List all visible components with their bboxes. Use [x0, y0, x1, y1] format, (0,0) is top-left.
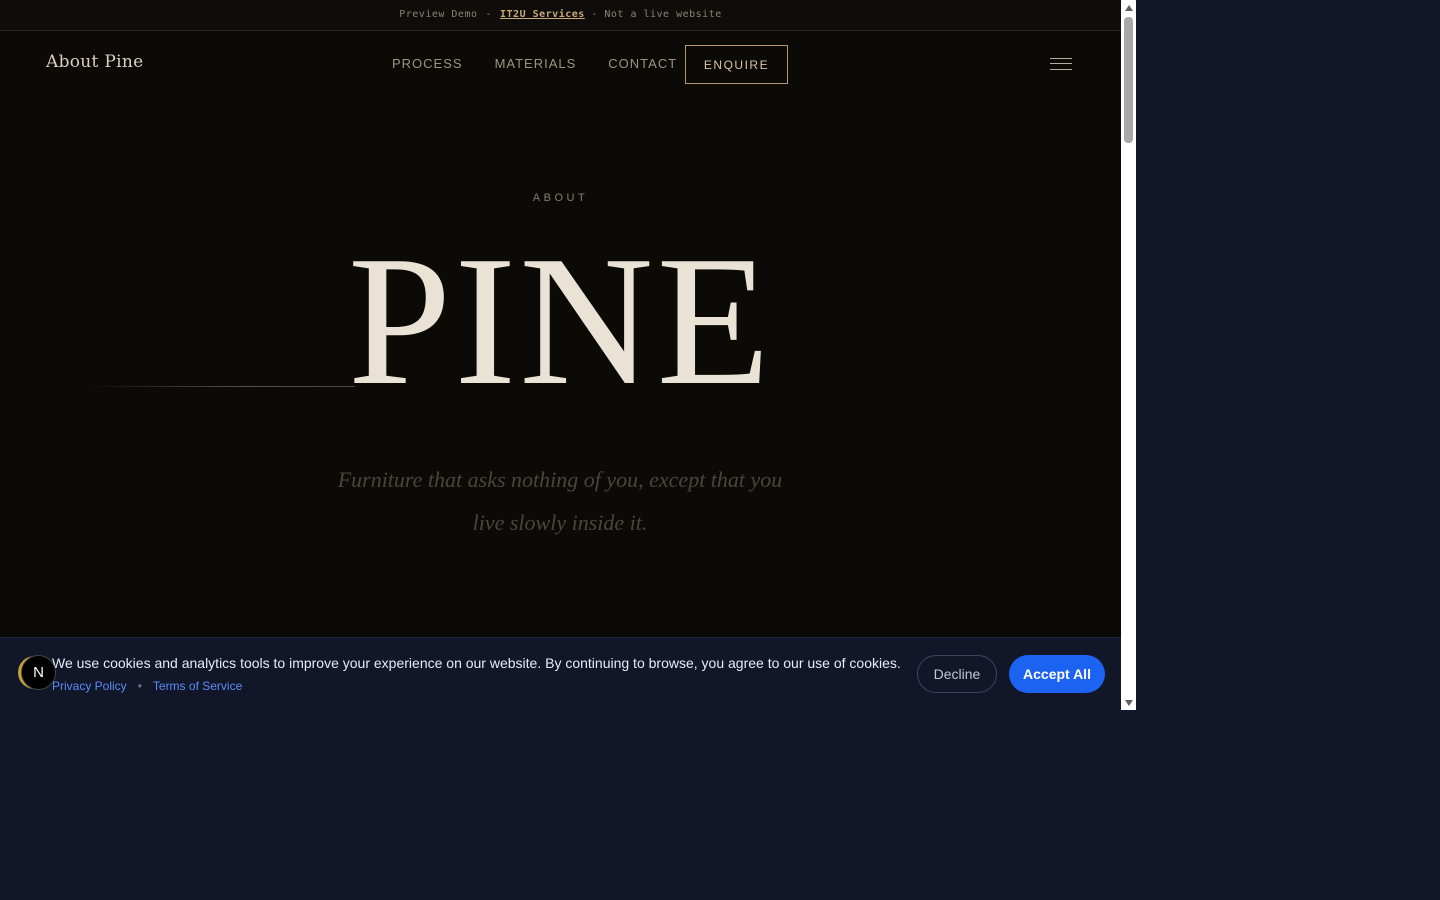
- hero-tagline: Furniture that asks nothing of you, exce…: [337, 467, 783, 535]
- scroll-down-arrow-icon[interactable]: [1121, 695, 1136, 710]
- assistant-avatar-icon[interactable]: N: [21, 655, 56, 690]
- preview-banner: Preview Demo - IT2U Services - Not a live …: [0, 0, 1121, 31]
- cookie-link-separator: •: [137, 679, 142, 693]
- cookie-message: We use cookies and analytics tools to im…: [52, 655, 901, 671]
- nav-link-materials[interactable]: MATERIALS: [495, 56, 577, 71]
- nav-link-process[interactable]: PROCESS: [392, 56, 463, 71]
- scrollbar-thumb[interactable]: [1124, 17, 1133, 143]
- hamburger-menu-icon[interactable]: [1050, 57, 1072, 71]
- hero-title: PINE: [347, 218, 774, 424]
- preview-banner-link[interactable]: IT2U Services: [500, 9, 585, 20]
- brand-logo[interactable]: About Pine: [46, 52, 143, 72]
- main-nav: PROCESS MATERIALS CONTACT: [392, 56, 677, 71]
- scroll-up-arrow-icon[interactable]: [1121, 0, 1136, 15]
- accept-all-cookies-button[interactable]: Accept All: [1009, 655, 1105, 693]
- nav-link-contact[interactable]: CONTACT: [608, 56, 677, 71]
- terms-of-service-link[interactable]: Terms of Service: [153, 679, 242, 693]
- preview-banner-suffix: - Not a live website: [591, 9, 722, 20]
- page-viewport: Preview Demo - IT2U Services - Not a live …: [0, 0, 1121, 710]
- decline-cookies-button[interactable]: Decline: [917, 655, 997, 693]
- preview-banner-prefix: Preview Demo: [399, 9, 478, 20]
- cookie-links: Privacy Policy • Terms of Service: [52, 679, 242, 693]
- vertical-scrollbar[interactable]: [1121, 0, 1136, 710]
- preview-banner-separator: -: [485, 9, 493, 20]
- enquire-button[interactable]: ENQUIRE: [685, 45, 788, 84]
- privacy-policy-link[interactable]: Privacy Policy: [52, 679, 127, 693]
- hero-eyebrow: ABOUT: [532, 192, 589, 204]
